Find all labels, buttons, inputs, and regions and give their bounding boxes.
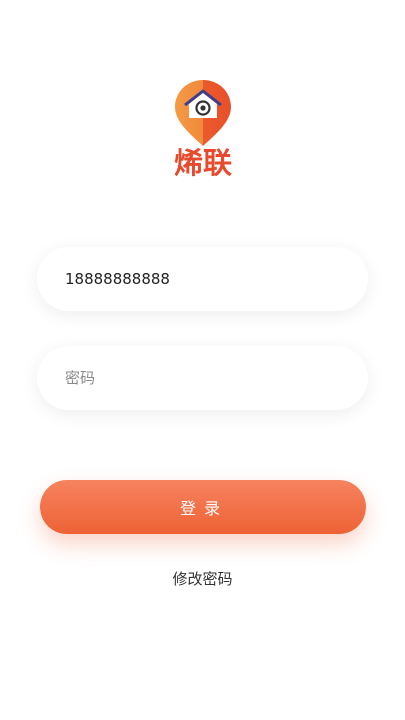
location-pin-house-icon [175,80,231,146]
app-logo: 烯联 [160,78,246,182]
password-field[interactable] [37,346,368,410]
brand-name: 烯联 [173,146,232,180]
phone-input[interactable] [65,247,368,311]
phone-field[interactable] [37,247,368,311]
change-password-link[interactable]: 修改密码 [0,568,405,589]
login-button[interactable]: 登录 [40,480,366,534]
password-input[interactable] [65,346,368,410]
